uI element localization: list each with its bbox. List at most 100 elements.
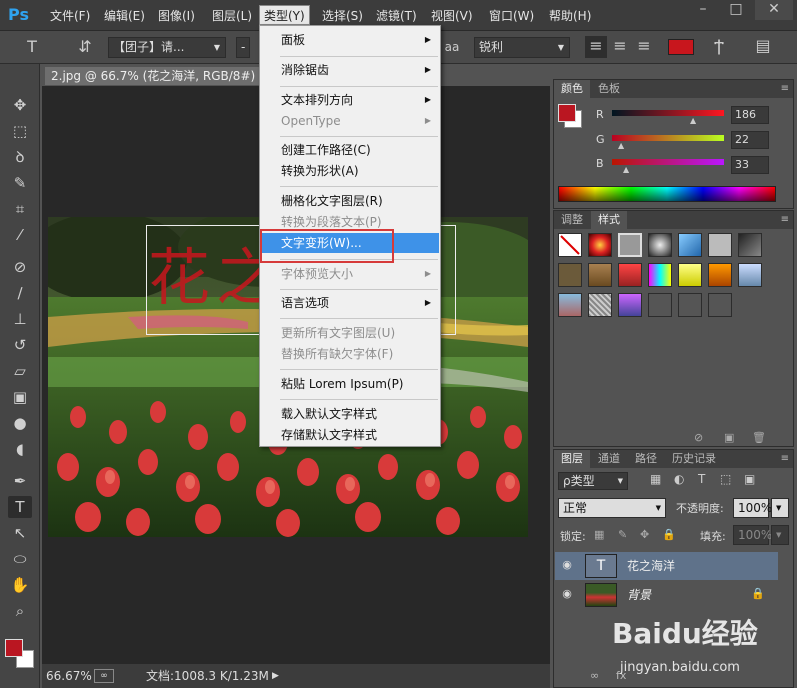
quick-select-tool-icon[interactable]: ✎: [8, 172, 32, 194]
filter-pixel-icon[interactable]: ▦: [650, 472, 661, 486]
menu-item-replace-missing-fonts[interactable]: 替换所有缺欠字体(F): [261, 344, 439, 364]
document-tab[interactable]: 2.jpg @ 66.7% (花之海洋, RGB/8#) *: [45, 67, 275, 85]
align-left-icon[interactable]: ≡: [585, 36, 607, 58]
style-swatch-3[interactable]: [648, 233, 672, 257]
lock-all-icon[interactable]: 🔒: [662, 528, 676, 541]
style-swatch-17[interactable]: [648, 293, 672, 317]
blur-tool-icon[interactable]: ●: [8, 412, 32, 434]
style-swatch-7[interactable]: [558, 263, 582, 287]
style-swatch-13[interactable]: [738, 263, 762, 287]
link-layers-icon[interactable]: ∞: [590, 669, 599, 682]
style-swatch-6[interactable]: [738, 233, 762, 257]
close-icon[interactable]: ✕: [755, 0, 793, 20]
align-center-icon[interactable]: ≡: [609, 36, 631, 56]
history-brush-tool-icon[interactable]: ↺: [8, 334, 32, 356]
filter-shape-icon[interactable]: ⬚: [720, 472, 731, 486]
layer-filter-select[interactable]: ρ类型 ▼: [558, 472, 628, 490]
menu-item-create-work-path[interactable]: 创建工作路径(C): [261, 140, 439, 160]
style-swatch-5[interactable]: [708, 233, 732, 257]
tab-adjustments[interactable]: 调整: [554, 211, 590, 229]
color-spectrum-bar[interactable]: [558, 186, 776, 202]
text-color-swatch[interactable]: [668, 39, 694, 55]
style-swatch-2[interactable]: [618, 233, 642, 257]
zoom-level[interactable]: 66.67%: [46, 664, 92, 688]
layer-row-text[interactable]: ◉ T 花之海洋: [555, 552, 778, 580]
menu-filter[interactable]: 滤镜(T): [372, 6, 421, 26]
color-foreground-swatch[interactable]: [558, 104, 576, 122]
filter-smart-icon[interactable]: ▣: [744, 472, 755, 486]
menu-item-opentype[interactable]: OpenType ▶: [261, 111, 439, 131]
menu-help[interactable]: 帮助(H): [545, 6, 595, 26]
style-swatch-14[interactable]: [558, 293, 582, 317]
menu-item-convert-to-shape[interactable]: 转换为形状(A): [261, 161, 439, 181]
g-slider-thumb[interactable]: ▲: [618, 141, 624, 150]
brush-tool-icon[interactable]: ∕: [8, 282, 32, 304]
layer-row-background[interactable]: ◉ 背景 🔒: [555, 581, 778, 609]
menu-item-font-preview-size[interactable]: 字体预览大小 ▶: [261, 264, 439, 284]
lock-transparent-icon[interactable]: ▦: [594, 528, 604, 541]
fill-dropdown-icon[interactable]: ▼: [771, 525, 789, 545]
zoom-tool-icon[interactable]: ⌕: [8, 600, 32, 622]
type-tool-icon[interactable]: T: [22, 37, 42, 57]
menu-item-orientation[interactable]: 文本排列方向 ▶: [261, 90, 439, 110]
menu-window[interactable]: 窗口(W): [485, 6, 538, 26]
g-value-field[interactable]: 22: [731, 131, 769, 149]
delete-style-icon[interactable]: 🗑: [752, 431, 766, 444]
menu-image[interactable]: 图像(I): [154, 6, 199, 26]
filter-type-icon[interactable]: T: [698, 472, 705, 486]
r-slider-thumb[interactable]: ▲: [690, 116, 696, 125]
b-value-field[interactable]: 33: [731, 156, 769, 174]
opacity-field[interactable]: 100%: [733, 498, 772, 518]
healing-brush-tool-icon[interactable]: ⊘: [8, 256, 32, 278]
style-swatch-9[interactable]: [618, 263, 642, 287]
lasso-tool-icon[interactable]: ꝺ: [8, 146, 32, 168]
tab-swatches[interactable]: 色板: [591, 80, 627, 98]
font-family-select[interactable]: 【团子】请... ▼: [108, 37, 226, 58]
menu-item-language-options[interactable]: 语言选项 ▶: [261, 293, 439, 313]
menu-view[interactable]: 视图(V): [427, 6, 477, 26]
dodge-tool-icon[interactable]: ◖: [8, 438, 32, 460]
character-panel-icon[interactable]: ▤: [752, 36, 774, 56]
tab-layers[interactable]: 图层: [554, 450, 590, 468]
style-none-swatch[interactable]: [558, 233, 582, 257]
style-swatch-15[interactable]: [588, 293, 612, 317]
hand-tool-icon[interactable]: ✋: [8, 574, 32, 596]
panel-menu-icon[interactable]: ≡: [781, 450, 789, 468]
menu-edit[interactable]: 编辑(E): [100, 6, 149, 26]
style-swatch-19[interactable]: [708, 293, 732, 317]
menu-item-save-default-style[interactable]: 存储默认文字样式: [261, 425, 439, 445]
menu-layer[interactable]: 图层(L): [208, 6, 256, 26]
menu-item-load-default-style[interactable]: 载入默认文字样式: [261, 404, 439, 424]
crop-tool-icon[interactable]: ⌗: [8, 198, 32, 220]
r-slider[interactable]: [612, 110, 724, 116]
tab-styles[interactable]: 样式: [591, 211, 627, 229]
tab-history[interactable]: 历史记录: [665, 450, 723, 468]
maximize-icon[interactable]: □: [722, 0, 750, 20]
menu-item-panels[interactable]: 面板 ▶: [261, 30, 439, 50]
filter-adjust-icon[interactable]: ◐: [674, 472, 684, 486]
r-value-field[interactable]: 186: [731, 106, 769, 124]
opacity-dropdown-icon[interactable]: ▼: [771, 498, 789, 518]
minimize-icon[interactable]: –: [689, 0, 717, 20]
path-select-tool-icon[interactable]: ↖: [8, 522, 32, 544]
style-swatch-18[interactable]: [678, 293, 702, 317]
tab-color[interactable]: 颜色: [554, 80, 590, 98]
status-menu-arrow-icon[interactable]: ▶: [272, 664, 279, 688]
style-swatch-8[interactable]: [588, 263, 612, 287]
status-info-icon[interactable]: ∞: [94, 669, 114, 683]
panel-menu-icon[interactable]: ≡: [781, 211, 789, 229]
eyedropper-tool-icon[interactable]: ⁄: [8, 224, 32, 246]
tab-paths[interactable]: 路径: [628, 450, 664, 468]
menu-select[interactable]: 选择(S): [318, 6, 367, 26]
align-right-icon[interactable]: ≡: [633, 36, 655, 56]
warp-text-icon[interactable]: Ϯ: [708, 36, 730, 56]
type-tool-icon[interactable]: T: [8, 496, 32, 518]
marquee-tool-icon[interactable]: ⬚: [8, 120, 32, 142]
blend-mode-select[interactable]: 正常 ▼: [558, 498, 666, 518]
menu-type[interactable]: 类型(Y): [259, 5, 310, 25]
pen-tool-icon[interactable]: ✒: [8, 470, 32, 492]
clone-stamp-tool-icon[interactable]: ⊥: [8, 308, 32, 330]
move-tool-icon[interactable]: ✥: [8, 94, 32, 116]
b-slider-thumb[interactable]: ▲: [623, 165, 629, 174]
style-swatch-12[interactable]: [708, 263, 732, 287]
